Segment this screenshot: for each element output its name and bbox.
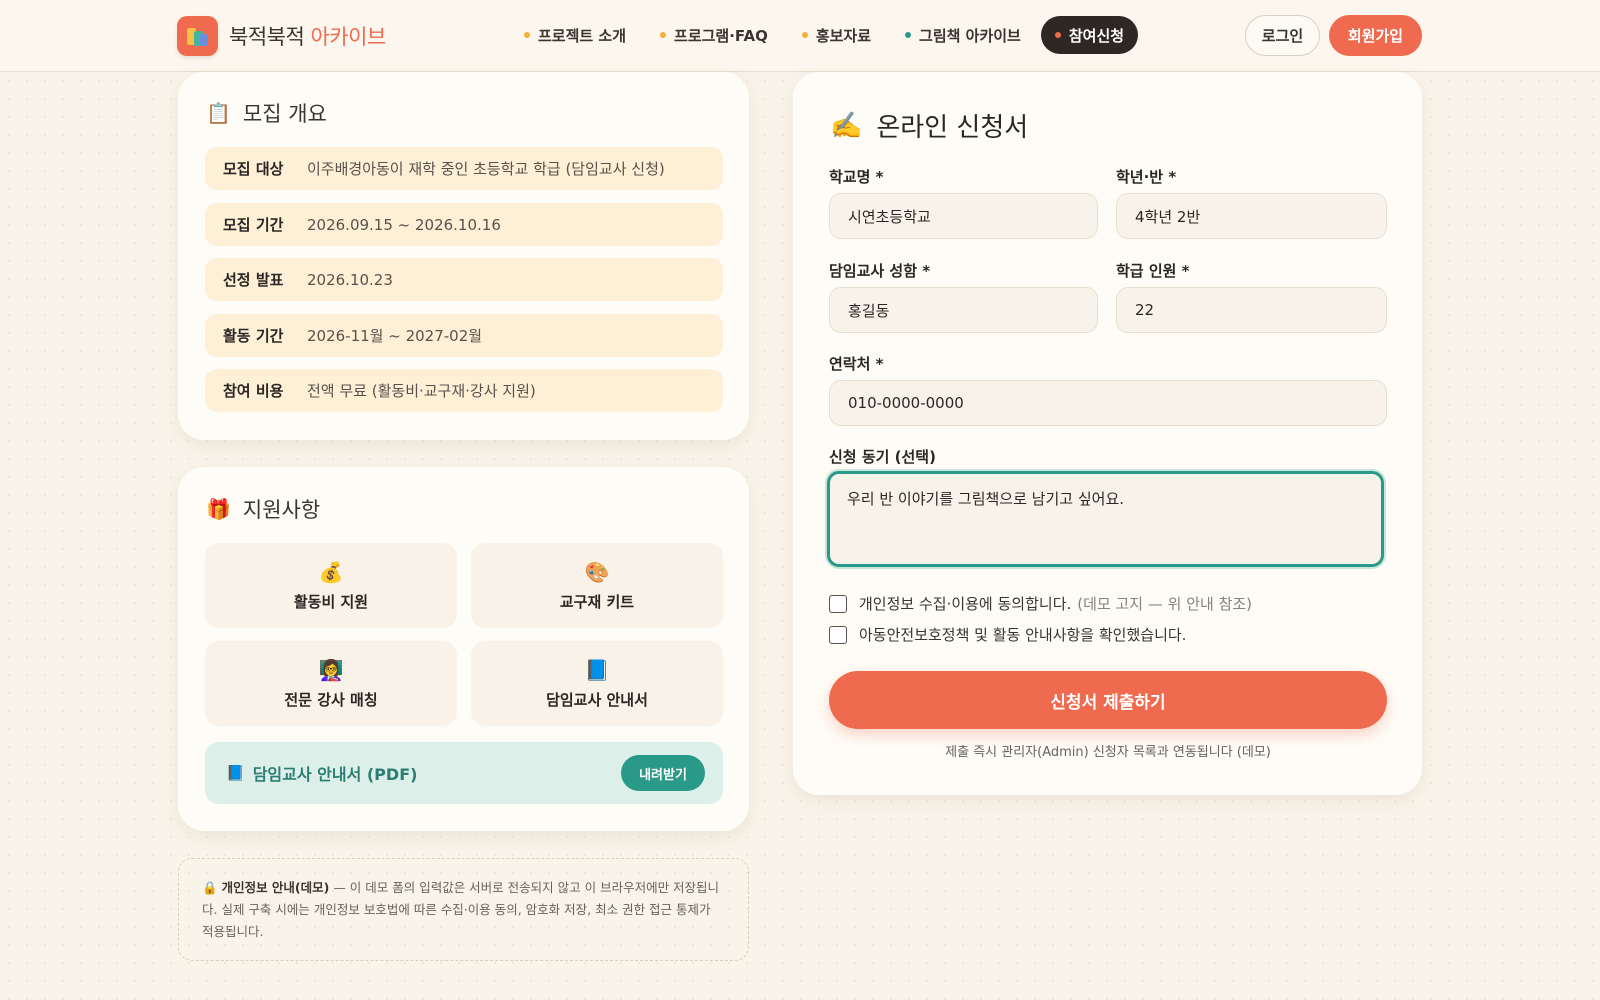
site-name-main: 북적북적 xyxy=(229,25,311,49)
nav-dot-icon xyxy=(801,32,808,38)
info-row-activity: 활동 기간 2026-11월 ~ 2027-02월 xyxy=(205,314,723,357)
money-bag-icon: 💰 xyxy=(318,560,344,584)
gift-icon: 🎁 xyxy=(206,497,231,521)
info-row-period: 모집 기간 2026.09.15 ~ 2026.10.16 xyxy=(205,203,723,246)
school-input[interactable] xyxy=(829,193,1098,239)
support-title-text: 지원사항 xyxy=(242,498,321,522)
pdf-guide-bar: 📘 담임교사 안내서 (PDF) 내려받기 xyxy=(205,742,723,804)
privacy-notice: 🔒 개인정보 안내(데모) — 이 데모 폼의 입력값은 서버로 전송되지 않고… xyxy=(178,858,749,961)
support-tile-label: 교구재 키트 xyxy=(559,593,635,611)
class-size-label: 학급 인원 * xyxy=(1116,262,1190,280)
lock-icon: 🔒 xyxy=(202,880,218,895)
motive-label: 신청 동기 (선택) xyxy=(829,448,936,466)
class-size-input[interactable] xyxy=(1116,287,1387,333)
info-key: 참여 비용 xyxy=(223,382,284,400)
support-tile-instructor: 👩‍🏫 전문 강사 매칭 xyxy=(205,641,457,726)
signup-button[interactable]: 회원가입 xyxy=(1329,15,1422,56)
support-title: 🎁 지원사항 xyxy=(206,494,320,524)
info-row-target: 모집 대상 이주배경아동이 재학 중인 초등학교 학급 (담임교사 신청) xyxy=(205,147,723,190)
info-value: 이주배경아동이 재학 중인 초등학교 학급 (담임교사 신청) xyxy=(307,160,665,178)
nav-label: 프로그램·FAQ xyxy=(674,26,768,45)
overview-title: 📋 모집 개요 xyxy=(206,98,327,128)
consent-safety-label: 아동안전보호정책 및 활동 안내사항을 확인했습니다. xyxy=(859,626,1187,644)
phone-label: 연락처 * xyxy=(829,355,884,373)
teacher-name-input[interactable] xyxy=(829,287,1098,333)
nav-dot-icon xyxy=(660,32,667,38)
overview-title-text: 모집 개요 xyxy=(242,102,327,126)
support-tile-label: 담임교사 안내서 xyxy=(546,691,648,709)
nav-project-intro[interactable]: 프로젝트 소개 xyxy=(510,16,640,54)
book-icon: 📘 xyxy=(584,658,610,682)
teacher-icon: 👩‍🏫 xyxy=(318,658,344,682)
motive-textarea[interactable]: 우리 반 이야기를 그림책으로 남기고 싶어요. xyxy=(827,471,1384,567)
download-button[interactable]: 내려받기 xyxy=(621,755,705,791)
nav-dot-icon xyxy=(1054,32,1061,38)
submit-button[interactable]: 신청서 제출하기 xyxy=(829,671,1387,729)
nav-label: 홍보자료 xyxy=(815,26,872,45)
clipboard-icon: 📋 xyxy=(206,101,231,125)
form-title: ✍️ 온라인 신청서 xyxy=(830,107,1028,144)
consent-privacy-row: 개인정보 수집·이용에 동의합니다. (데모 고지 — 위 안내 참조) xyxy=(829,593,1252,614)
nav-label: 그림책 아카이브 xyxy=(919,26,1021,45)
info-value: 2026-11월 ~ 2027-02월 xyxy=(307,327,483,345)
nav-dot-icon xyxy=(905,32,912,38)
form-title-text: 온라인 신청서 xyxy=(876,113,1029,143)
main-nav: 프로젝트 소개 프로그램·FAQ 홍보자료 그림책 아카이브 참여신청 xyxy=(510,16,1144,54)
info-value: 전액 무료 (활동비·교구재·강사 지원) xyxy=(307,382,536,400)
books-logo-icon xyxy=(177,16,218,56)
info-value: 2026.09.15 ~ 2026.10.16 xyxy=(307,215,501,234)
palette-icon: 🎨 xyxy=(584,560,610,584)
support-tile-guide: 📘 담임교사 안내서 xyxy=(471,641,723,726)
nav-label: 프로젝트 소개 xyxy=(538,26,627,45)
support-tile-kit: 🎨 교구재 키트 xyxy=(471,543,723,628)
login-button[interactable]: 로그인 xyxy=(1245,15,1320,56)
class-label: 학년·반 * xyxy=(1116,168,1177,186)
site-name: 북적북적 아카이브 xyxy=(229,21,386,51)
info-row-announce: 선정 발표 2026.10.23 xyxy=(205,258,723,301)
pdf-guide-label: 📘 담임교사 안내서 (PDF) xyxy=(226,761,417,785)
info-key: 모집 기간 xyxy=(223,216,284,234)
pdf-guide-text: 담임교사 안내서 (PDF) xyxy=(252,765,418,784)
privacy-notice-title: 개인정보 안내(데모) xyxy=(221,880,330,895)
info-value: 2026.10.23 xyxy=(307,270,393,289)
consent-safety-checkbox[interactable] xyxy=(829,625,847,644)
nav-promo[interactable]: 홍보자료 xyxy=(788,16,885,54)
teacher-label: 담임교사 성함 * xyxy=(829,262,931,280)
nav-program-faq[interactable]: 프로그램·FAQ xyxy=(646,16,782,54)
top-header: 북적북적 아카이브 프로젝트 소개 프로그램·FAQ 홍보자료 그림책 아카이브… xyxy=(0,0,1600,72)
writing-hand-icon: ✍️ xyxy=(830,110,863,141)
info-key: 모집 대상 xyxy=(223,160,284,178)
support-tile-budget: 💰 활동비 지원 xyxy=(205,543,457,628)
support-tile-label: 전문 강사 매칭 xyxy=(284,691,378,709)
school-label: 학교명 * xyxy=(829,168,884,186)
support-card: 🎁 지원사항 💰 활동비 지원 🎨 교구재 키트 👩‍🏫 전문 강사 매칭 📘 … xyxy=(178,467,749,831)
consent-privacy-checkbox[interactable] xyxy=(829,594,847,613)
phone-input[interactable] xyxy=(829,380,1387,426)
nav-archive[interactable]: 그림책 아카이브 xyxy=(891,16,1035,54)
consent-privacy-label: 개인정보 수집·이용에 동의합니다. xyxy=(859,595,1072,613)
book-icon: 📘 xyxy=(226,764,245,782)
site-logo[interactable]: 북적북적 아카이브 xyxy=(177,16,386,56)
info-key: 활동 기간 xyxy=(223,327,284,345)
nav-apply[interactable]: 참여신청 xyxy=(1040,16,1139,54)
consent-safety-row: 아동안전보호정책 및 활동 안내사항을 확인했습니다. xyxy=(829,624,1186,645)
submit-note: 제출 즉시 관리자(Admin) 신청자 목록과 연동됩니다 (데모) xyxy=(945,745,1271,760)
site-name-accent: 아카이브 xyxy=(310,25,386,49)
consent-privacy-note: (데모 고지 — 위 안내 참조) xyxy=(1077,595,1253,613)
overview-card: 📋 모집 개요 모집 대상 이주배경아동이 재학 중인 초등학교 학급 (담임교… xyxy=(178,72,749,440)
info-row-cost: 참여 비용 전액 무료 (활동비·교구재·강사 지원) xyxy=(205,369,723,412)
nav-dot-icon xyxy=(524,32,530,38)
class-input[interactable] xyxy=(1116,193,1387,239)
nav-label: 참여신청 xyxy=(1068,26,1125,45)
info-key: 선정 발표 xyxy=(223,271,284,289)
support-tile-label: 활동비 지원 xyxy=(293,593,369,611)
